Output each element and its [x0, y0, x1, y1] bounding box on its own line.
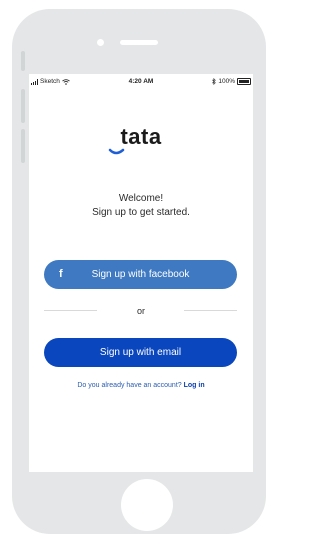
facebook-signup-label: Sign up with facebook — [91, 269, 190, 280]
login-link[interactable]: Log in — [184, 382, 205, 389]
welcome-title: Welcome! — [118, 193, 164, 204]
facebook-icon: f — [59, 268, 63, 280]
status-bar: Sketch 4:20 AM 100% — [29, 74, 253, 89]
volume-up-button — [21, 89, 25, 123]
battery-icon — [237, 78, 251, 85]
status-right: 100% — [212, 74, 251, 89]
divider-right — [184, 310, 237, 311]
logo-smile-icon — [108, 148, 125, 155]
battery-percent: 100% — [218, 78, 235, 85]
app-logo: tata — [120, 124, 162, 149]
earpiece-speaker — [120, 40, 158, 45]
volume-down-button — [21, 129, 25, 163]
email-signup-button[interactable]: Sign up with email — [44, 338, 237, 367]
divider-or: or — [136, 306, 145, 316]
login-question: Do you already have an account? — [77, 382, 182, 389]
bluetooth-icon — [212, 78, 217, 85]
email-signup-label: Sign up with email — [99, 347, 182, 358]
home-button[interactable] — [121, 479, 173, 531]
front-camera — [97, 39, 104, 46]
login-prompt: Do you already have an account? Log in — [29, 382, 253, 389]
welcome-subtitle: Sign up to get started. — [92, 207, 190, 218]
facebook-signup-button[interactable]: f Sign up with facebook — [44, 260, 237, 289]
welcome-message: Welcome! Sign up to get started. — [29, 192, 253, 220]
ringer-switch — [21, 51, 25, 71]
app-screen: Sketch 4:20 AM 100% tata Welcome! Sign u… — [29, 74, 253, 472]
